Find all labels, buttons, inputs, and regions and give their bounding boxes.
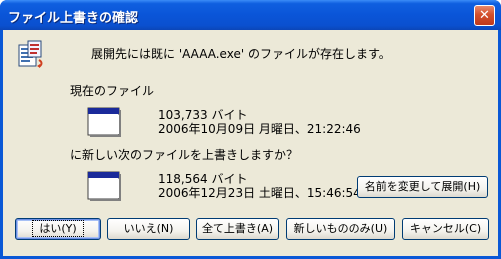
message-text: 展開先には既に 'AAAA.exe' のファイルが存在します。 (91, 47, 391, 61)
cancel-button[interactable]: キャンセル(C) (402, 218, 489, 240)
no-button[interactable]: いいえ(N) (107, 218, 190, 240)
current-file-label: 現在のファイル (70, 84, 155, 98)
overwrite-all-button[interactable]: 全て上書き(A) (196, 218, 279, 240)
yes-button-label: はい(Y) (32, 220, 84, 237)
confirm-overwrite-dialog: ファイル上書きの確認 ✕ 展開先には既に 'AAAA.exe' のファイルが存在… (0, 0, 501, 259)
window-title: ファイル上書きの確認 (8, 11, 139, 26)
close-button[interactable]: ✕ (474, 5, 495, 26)
application-window-icon (87, 107, 121, 137)
yes-button[interactable]: はい(Y) (15, 218, 101, 240)
current-file-date: 2006年10月09日 月曜日、21:22:46 (158, 122, 361, 136)
title-bar[interactable]: ファイル上書きの確認 ✕ (0, 0, 501, 30)
rename-extract-button[interactable]: 名前を変更して展開(H) (357, 176, 488, 198)
file-overwrite-icon (18, 40, 43, 68)
dialog-body: 展開先には既に 'AAAA.exe' のファイルが存在します。 現在のファイル … (3, 30, 498, 256)
new-file-date: 2006年12月23日 土曜日、15:46:54 (158, 186, 361, 200)
application-window-icon (87, 171, 121, 201)
newer-only-button[interactable]: 新しいもののみ(U) (286, 218, 395, 240)
overwrite-question: に新しい次のファイルを上書きしますか？ (70, 148, 299, 162)
